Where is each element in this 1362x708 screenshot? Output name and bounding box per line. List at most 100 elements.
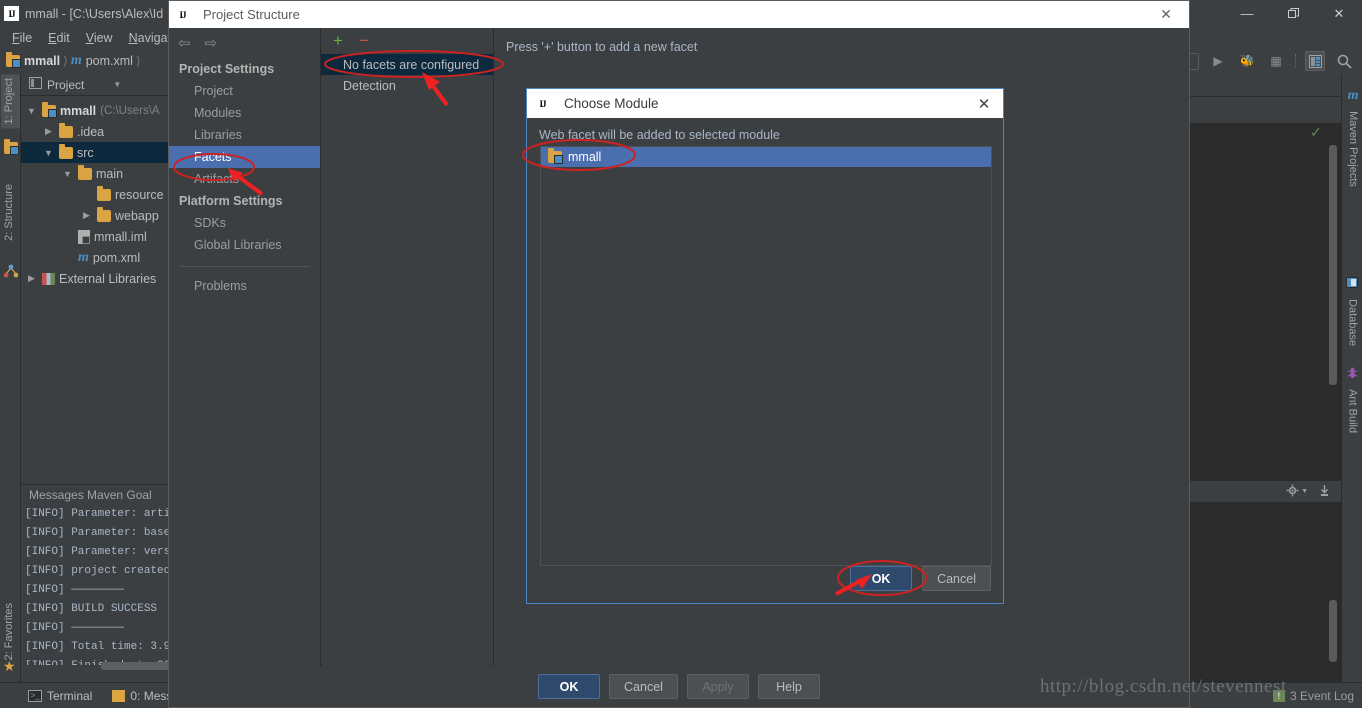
structure-tab-icon	[3, 264, 19, 281]
tree-label: External Libraries	[59, 271, 157, 286]
facet-row-detection[interactable]: Detection	[321, 75, 493, 96]
maximize-icon[interactable]	[1270, 0, 1316, 27]
module-folder-icon	[548, 148, 563, 164]
tree-label: mmall	[60, 103, 97, 118]
nav-item-modules[interactable]: Modules	[169, 102, 320, 124]
remove-facet-button[interactable]: −	[359, 31, 369, 51]
breadcrumb-item-module[interactable]: mmall	[6, 52, 60, 68]
twisty-icon[interactable]: ▼	[25, 106, 38, 116]
back-arrow-icon[interactable]: ⇦	[178, 34, 191, 52]
screen-root: IJ mmall - [C:\Users\Alex\Id — ✕ File Ed…	[0, 0, 1362, 708]
close-icon[interactable]: ✕	[1316, 0, 1362, 27]
twisty-icon[interactable]: ▶	[80, 210, 93, 221]
sidebar-tab-label: Database	[1346, 299, 1359, 347]
twisty-icon[interactable]: ▼	[42, 148, 55, 158]
coverage-icon[interactable]: ▦	[1266, 51, 1286, 71]
tree-row-src[interactable]: ▼ src	[21, 142, 168, 163]
close-icon[interactable]: ✕	[1143, 1, 1189, 28]
project-structure-nav: ⇦ ⇨ Project Settings Project Modules Lib…	[169, 28, 321, 668]
status-item-terminal[interactable]: >_ Terminal	[0, 683, 102, 708]
tree-row-resources[interactable]: resource	[21, 184, 168, 205]
ps-ok-button[interactable]: OK	[538, 674, 601, 699]
module-folder-icon	[42, 101, 57, 118]
editor-breadcrumb-strip	[1190, 97, 1341, 124]
tree-row-external-libraries[interactable]: ▶ External Libraries	[21, 268, 168, 289]
sidebar-tab-favorites[interactable]: 2: Favorites	[1, 599, 20, 664]
inspection-ok-icon: ✓	[1310, 124, 1322, 140]
menu-file[interactable]: File	[4, 29, 40, 47]
twisty-icon[interactable]: ▼	[61, 169, 74, 179]
project-panel-header: Project ▼	[21, 74, 168, 96]
editor-scrollbar-lower[interactable]	[1329, 600, 1337, 662]
cm-cancel-button[interactable]: Cancel	[922, 566, 991, 591]
project-structure-footer: OK Cancel Apply Help	[169, 666, 1189, 707]
forward-arrow-icon[interactable]: ⇨	[205, 34, 218, 52]
cm-ok-button[interactable]: OK	[850, 566, 913, 591]
run-icon[interactable]: ▶	[1208, 51, 1228, 71]
twisty-icon[interactable]: ▶	[42, 126, 55, 137]
hide-panel-icon[interactable]	[1318, 484, 1331, 500]
tree-row-iml[interactable]: mmall.iml	[21, 226, 168, 247]
menu-edit[interactable]: Edit	[40, 29, 78, 47]
breadcrumb-item-pom[interactable]: m pom.xml	[71, 53, 133, 69]
right-tool-strip: m Maven Projects Database Ant Build	[1341, 74, 1362, 682]
minimize-icon[interactable]: —	[1224, 0, 1270, 27]
tree-row-mmall[interactable]: ▼ mmall (C:\Users\A	[21, 100, 168, 121]
messages-log: [INFO] Parameter: arti [INFO] Parameter:…	[21, 505, 191, 665]
tree-row-pom[interactable]: m pom.xml	[21, 247, 168, 268]
nav-item-global-libraries[interactable]: Global Libraries	[169, 234, 320, 256]
editor-scrollbar[interactable]	[1329, 145, 1337, 385]
facet-row-no-facets[interactable]: No facets are configured	[321, 54, 493, 75]
nav-item-project[interactable]: Project	[169, 80, 320, 102]
module-list-item-mmall[interactable]: mmall	[541, 147, 991, 167]
project-structure-icon[interactable]	[1305, 51, 1325, 71]
chevron-down-icon[interactable]: ▼	[1301, 488, 1308, 495]
close-icon[interactable]: ✕	[969, 89, 999, 118]
tree-label: mmall.iml	[94, 229, 147, 244]
choose-module-footer: OK Cancel	[850, 566, 991, 591]
twisty-icon[interactable]: ▶	[25, 273, 38, 284]
nav-item-facets[interactable]: Facets	[169, 146, 320, 168]
tree-label: resource	[115, 187, 164, 202]
sidebar-tab-database[interactable]: Database	[1342, 272, 1361, 350]
debug-icon[interactable]: 🐝	[1237, 51, 1257, 71]
search-icon[interactable]	[1334, 51, 1354, 71]
project-tab-icon	[4, 139, 19, 157]
ide-window-title: mmall - [C:\Users\Alex\Id	[25, 6, 164, 21]
tree-label: webapp	[115, 208, 159, 223]
facets-hint-text: Press '+' button to add a new facet	[506, 40, 698, 54]
ps-help-button[interactable]: Help	[757, 674, 820, 699]
messages-icon	[112, 689, 126, 702]
facets-toolbar: + −	[321, 28, 493, 54]
ps-cancel-button[interactable]: Cancel	[609, 674, 678, 699]
nav-history-buttons: ⇦ ⇨	[169, 28, 320, 58]
maven-m-icon: m	[78, 249, 89, 265]
add-facet-button[interactable]: +	[333, 31, 343, 51]
sidebar-tab-project[interactable]: 1: Project	[1, 74, 20, 129]
project-view-icon	[29, 77, 42, 92]
tree-row-webapp[interactable]: ▶ webapp	[21, 205, 168, 226]
log-line: [INFO] Parameter: vers	[25, 546, 171, 558]
sidebar-tab-maven-projects[interactable]: m Maven Projects	[1342, 84, 1361, 191]
breadcrumb-label-pom: pom.xml	[85, 54, 133, 68]
status-item-label: 0: Mess	[130, 688, 173, 703]
choose-module-title: Choose Module	[564, 96, 659, 111]
nav-item-artifacts[interactable]: Artifacts	[169, 168, 320, 190]
project-structure-title-bar: IJ Project Structure ✕	[169, 1, 1189, 28]
nav-item-libraries[interactable]: Libraries	[169, 124, 320, 146]
nav-item-sdks[interactable]: SDKs	[169, 212, 320, 234]
sidebar-tab-ant-build[interactable]: Ant Build	[1342, 362, 1361, 437]
chevron-down-icon[interactable]: ▼	[113, 80, 121, 89]
sidebar-tab-structure[interactable]: 2: Structure	[1, 180, 20, 245]
gear-icon[interactable]	[1286, 484, 1299, 500]
tree-row-main[interactable]: ▼ main	[21, 163, 168, 184]
choose-module-list[interactable]: mmall	[540, 146, 992, 566]
nav-item-problems[interactable]: Problems	[169, 267, 320, 297]
tree-row-idea[interactable]: ▶ .idea	[21, 121, 168, 142]
editor-tab-strip	[1190, 74, 1341, 97]
menu-view[interactable]: View	[78, 29, 121, 47]
ps-apply-button[interactable]: Apply	[686, 674, 749, 699]
tool-window-header-bar: ▼	[1190, 480, 1341, 503]
log-line: [INFO] Parameter: arti	[25, 508, 171, 520]
intellij-logo-icon: IJ	[4, 6, 19, 21]
